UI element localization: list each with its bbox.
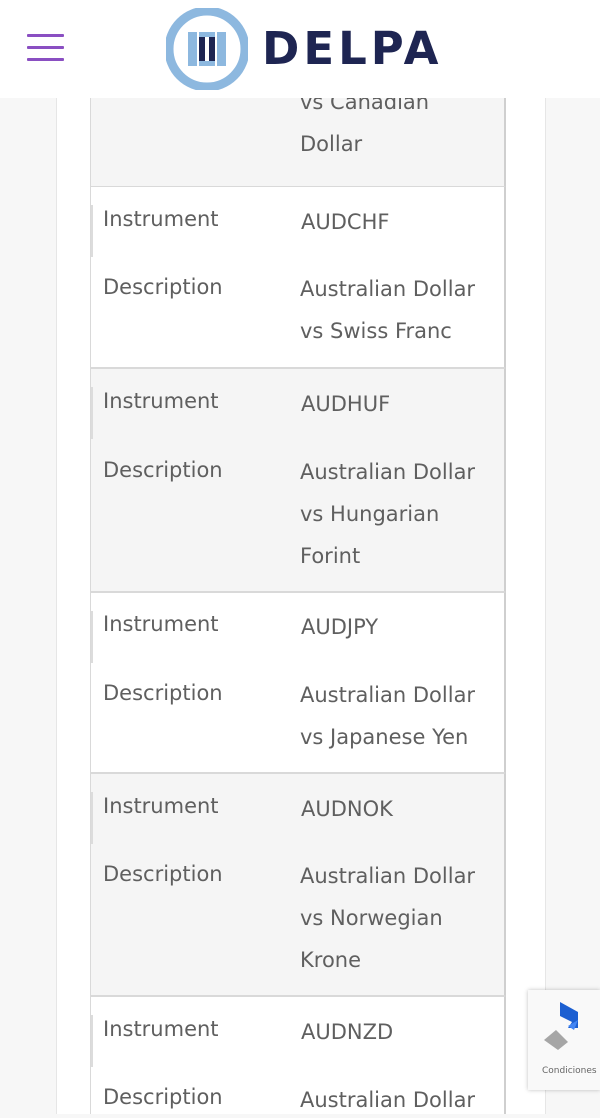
instrument-value: AUDJPY [301,615,379,639]
cell-divider [91,792,93,844]
instrument-value: AUDNZD [301,1020,394,1044]
description-label: Description [103,458,223,482]
description-label: Description [103,681,223,705]
table-row: Instrument AUDHUF Description Australian… [90,368,506,592]
description-line: Krone [300,948,362,972]
table-row: Instrument AUDJPY Description Australian… [90,592,506,773]
instrument-label: Instrument [103,207,219,231]
description-line: vs Hungarian [300,502,440,526]
table-row: vs Canadian Dollar [90,98,506,187]
table-row: Instrument AUDNZD Description Australian… [90,996,506,1114]
description-value: vs Canadian Dollar [300,98,500,165]
site-header: DELPA [0,0,600,98]
brand-name: DELPA [262,22,443,75]
instrument-label: Instrument [103,1017,219,1041]
instrument-value: AUDHUF [301,392,391,416]
description-line: Australian Dollar [300,1088,476,1112]
recaptcha-terms-link[interactable]: Condiciones [542,1066,597,1076]
description-value: Australian Dollar vs Swiss Franc [300,268,500,352]
description-line: vs Norwegian [300,906,443,930]
cell-divider [91,387,93,439]
description-line: Australian Dollar [300,683,476,707]
description-label: Description [103,1085,223,1109]
description-line: vs Swiss Franc [300,319,452,343]
instrument-label: Instrument [103,794,219,818]
description-line: Forint [300,544,361,568]
delpa-logo[interactable]: DELPA [166,8,438,90]
logo-mark-icon [166,8,248,90]
instrument-label: Instrument [103,612,219,636]
hamburger-menu-icon[interactable] [27,34,64,62]
description-line: Australian Dollar [300,277,476,301]
instruments-table: vs Canadian Dollar Instrument AUDCHF Des… [90,98,508,1114]
description-line: Australian Dollar [300,460,476,484]
table-row: Instrument AUDCHF Description Australian… [90,186,506,368]
description-value: Australian Dollar vs Norwegian Krone [300,855,500,981]
description-line: vs Canadian [300,98,430,114]
description-label: Description [103,275,223,299]
recaptcha-icon [544,1002,578,1050]
instrument-value: AUDCHF [301,210,390,234]
description-line: vs Japanese Yen [300,725,469,749]
recaptcha-badge[interactable]: Condiciones [528,990,600,1090]
description-value: Australian Dollar vs Japanese Yen [300,674,500,758]
instrument-label: Instrument [103,389,219,413]
description-value: Australian Dollar vs Hungarian Forint [300,451,500,577]
description-value: Australian Dollar [300,1079,500,1114]
cell-divider [91,1015,93,1067]
cell-divider [91,611,93,663]
description-line: Dollar [300,132,363,156]
table-row: Instrument AUDNOK Description Australian… [90,773,506,996]
cell-divider [91,205,93,257]
instrument-value: AUDNOK [301,797,393,821]
description-label: Description [103,862,223,886]
description-line: Australian Dollar [300,864,476,888]
